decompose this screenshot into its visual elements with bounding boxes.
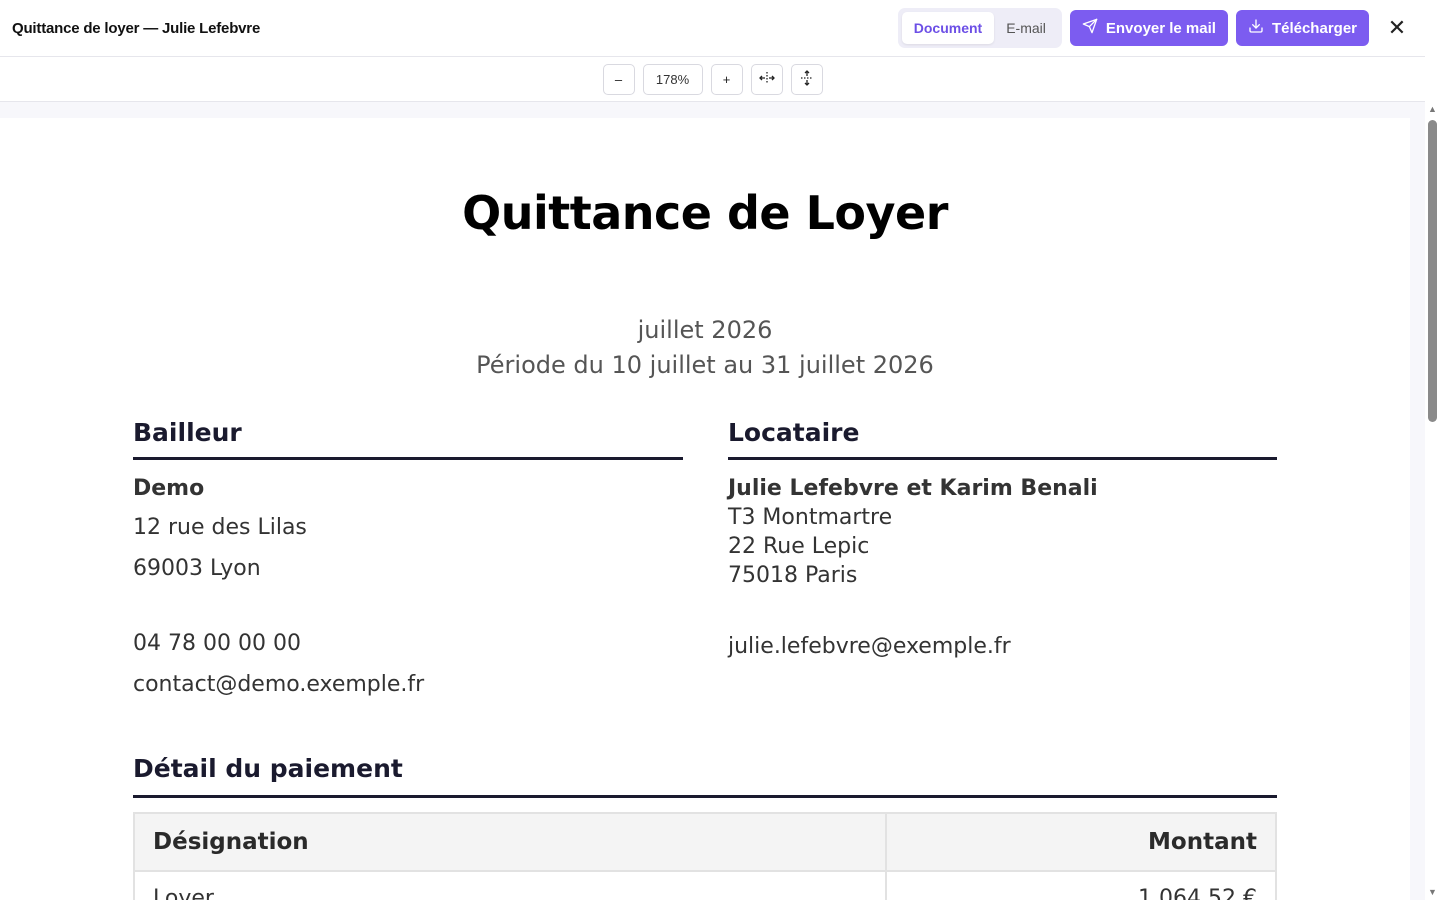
tenant-heading: Locataire — [728, 418, 1277, 460]
document-page: Quittance de Loyer juillet 2026 Période … — [0, 118, 1410, 900]
zoom-in-button[interactable]: + — [710, 63, 743, 95]
scroll-up-arrow-icon[interactable]: ▲ — [1428, 105, 1437, 114]
zoom-level[interactable]: 178% — [642, 63, 703, 95]
landlord-section: Bailleur Demo 12 rue des Lilas 69003 Lyo… — [133, 418, 683, 697]
landlord-address2: 69003 Lyon — [133, 556, 261, 581]
document-viewer[interactable]: Quittance de Loyer juillet 2026 Période … — [0, 102, 1425, 900]
send-mail-label: Envoyer le mail — [1105, 19, 1216, 37]
column-header-designation: Désignation — [135, 814, 887, 872]
modal-title: Quittance de loyer — Julie Lefebvre — [12, 19, 261, 37]
close-icon: ✕ — [1387, 15, 1407, 40]
document-period: Période du 10 juillet au 31 juillet 2026 — [476, 351, 934, 379]
tab-document[interactable]: Document — [901, 12, 995, 44]
fit-height-icon — [799, 69, 815, 89]
table-row: Loyer 1 064,52 € — [135, 872, 1275, 900]
tenant-unit: T3 Montmartre — [728, 505, 893, 530]
landlord-email: contact@demo.exemple.fr — [133, 672, 425, 697]
landlord-name: Demo — [133, 476, 205, 501]
payment-table: Désignation Montant Loyer 1 064,52 € — [133, 812, 1277, 900]
tenant-name: Julie Lefebvre et Karim Benali — [728, 476, 1098, 501]
view-toggle: Document E-mail — [897, 8, 1062, 48]
send-icon — [1082, 18, 1098, 38]
document-title: Quittance de Loyer — [462, 186, 948, 240]
scrollbar-thumb[interactable] — [1428, 120, 1437, 422]
payment-heading: Détail du paiement — [133, 754, 1277, 798]
column-header-amount: Montant — [887, 814, 1275, 872]
table-header-row: Désignation Montant — [135, 814, 1275, 872]
document-month: juillet 2026 — [637, 316, 773, 344]
send-mail-button[interactable]: Envoyer le mail — [1069, 10, 1228, 46]
vertical-scrollbar[interactable]: ▲ ▼ — [1425, 102, 1440, 900]
download-label: Télécharger — [1271, 19, 1357, 37]
close-button[interactable]: ✕ — [1381, 12, 1413, 44]
landlord-phone: 04 78 00 00 00 — [133, 631, 301, 656]
tab-email[interactable]: E-mail — [994, 12, 1058, 44]
scroll-down-arrow-icon[interactable]: ▼ — [1428, 888, 1437, 897]
zoom-toolbar: – 178% + — [0, 57, 1425, 102]
download-icon — [1248, 18, 1264, 38]
tenant-section: Locataire Julie Lefebvre et Karim Benali… — [728, 418, 1277, 659]
header-bar: Quittance de loyer — Julie Lefebvre Docu… — [0, 0, 1425, 57]
tenant-email: julie.lefebvre@exemple.fr — [728, 634, 1011, 659]
fit-height-button[interactable] — [790, 63, 823, 95]
tenant-address2: 75018 Paris — [728, 563, 858, 588]
download-button[interactable]: Télécharger — [1235, 10, 1369, 46]
fit-width-button[interactable] — [750, 63, 783, 95]
landlord-address1: 12 rue des Lilas — [133, 515, 307, 540]
zoom-out-button[interactable]: – — [602, 63, 635, 95]
row-designation: Loyer — [135, 872, 887, 900]
row-amount: 1 064,52 € — [1138, 886, 1257, 900]
fit-width-icon — [758, 70, 775, 89]
landlord-heading: Bailleur — [133, 418, 683, 460]
tenant-address1: 22 Rue Lepic — [728, 534, 870, 559]
header-actions: Document E-mail Envoyer le mail Téléchar… — [897, 8, 1413, 48]
